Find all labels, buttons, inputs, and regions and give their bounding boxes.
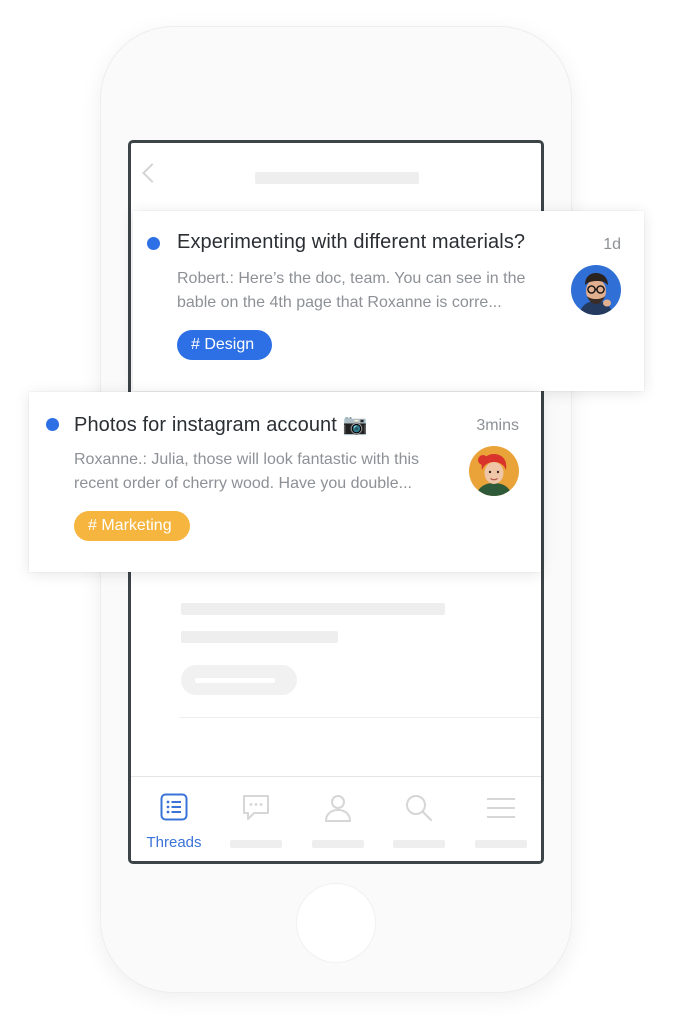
thread-time: 3mins xyxy=(476,417,519,434)
back-chevron-icon[interactable] xyxy=(142,163,162,183)
thread-preview: Roxanne.: Julia, those will look fantast… xyxy=(74,448,458,496)
list-divider xyxy=(179,717,541,718)
tab-threads[interactable]: Threads xyxy=(134,777,214,861)
thread-title: Experimenting with different materials? xyxy=(177,231,526,253)
thread-card[interactable]: Photos for instagram account 📷 3mins Rox… xyxy=(29,392,541,572)
chat-bubble-icon xyxy=(243,795,269,820)
header-title-placeholder xyxy=(255,172,419,184)
tab-menu[interactable] xyxy=(461,777,541,861)
skeleton-tag xyxy=(181,665,297,695)
tab-threads-label: Threads xyxy=(146,834,202,851)
search-icon xyxy=(406,795,433,822)
threads-list-icon xyxy=(160,793,188,821)
man-with-glasses-avatar[interactable] xyxy=(571,265,621,315)
tab-label-placeholder xyxy=(312,840,364,848)
skeleton-line xyxy=(181,631,338,643)
menu-icon xyxy=(487,798,515,818)
woman-red-hair-avatar[interactable] xyxy=(469,446,519,496)
thread-preview-line: Roxanne.: Julia, those will look fantast… xyxy=(74,451,420,468)
tab-chat[interactable] xyxy=(216,777,296,861)
thread-title: Photos for instagram account 📷 xyxy=(74,414,368,436)
tag-design[interactable]: # Design xyxy=(177,330,273,360)
thread-preview-line: recent order of cherry wood. Have you do… xyxy=(74,475,412,492)
tab-search[interactable] xyxy=(379,777,459,861)
thread-preview-line: bable on the 4th page that Roxanne is co… xyxy=(177,294,502,311)
tag-marketing[interactable]: # Marketing xyxy=(74,511,190,541)
thread-time: 1d xyxy=(603,236,621,253)
tab-label-placeholder xyxy=(475,840,527,848)
home-button[interactable] xyxy=(297,884,375,962)
tab-label-placeholder xyxy=(393,840,445,848)
tab-label-placeholder xyxy=(230,840,282,848)
tab-people[interactable] xyxy=(298,777,378,861)
thread-preview-line: Robert.: Here’s the doc, team. You can s… xyxy=(177,270,526,287)
unread-indicator xyxy=(46,418,59,431)
thread-preview: Robert.: Here’s the doc, team. You can s… xyxy=(177,267,561,315)
thread-card[interactable]: Experimenting with different materials? … xyxy=(133,211,644,391)
unread-indicator xyxy=(147,237,160,250)
skeleton-line xyxy=(181,603,445,615)
person-icon xyxy=(325,795,351,822)
bottom-tab-bar: Threads xyxy=(131,776,541,861)
